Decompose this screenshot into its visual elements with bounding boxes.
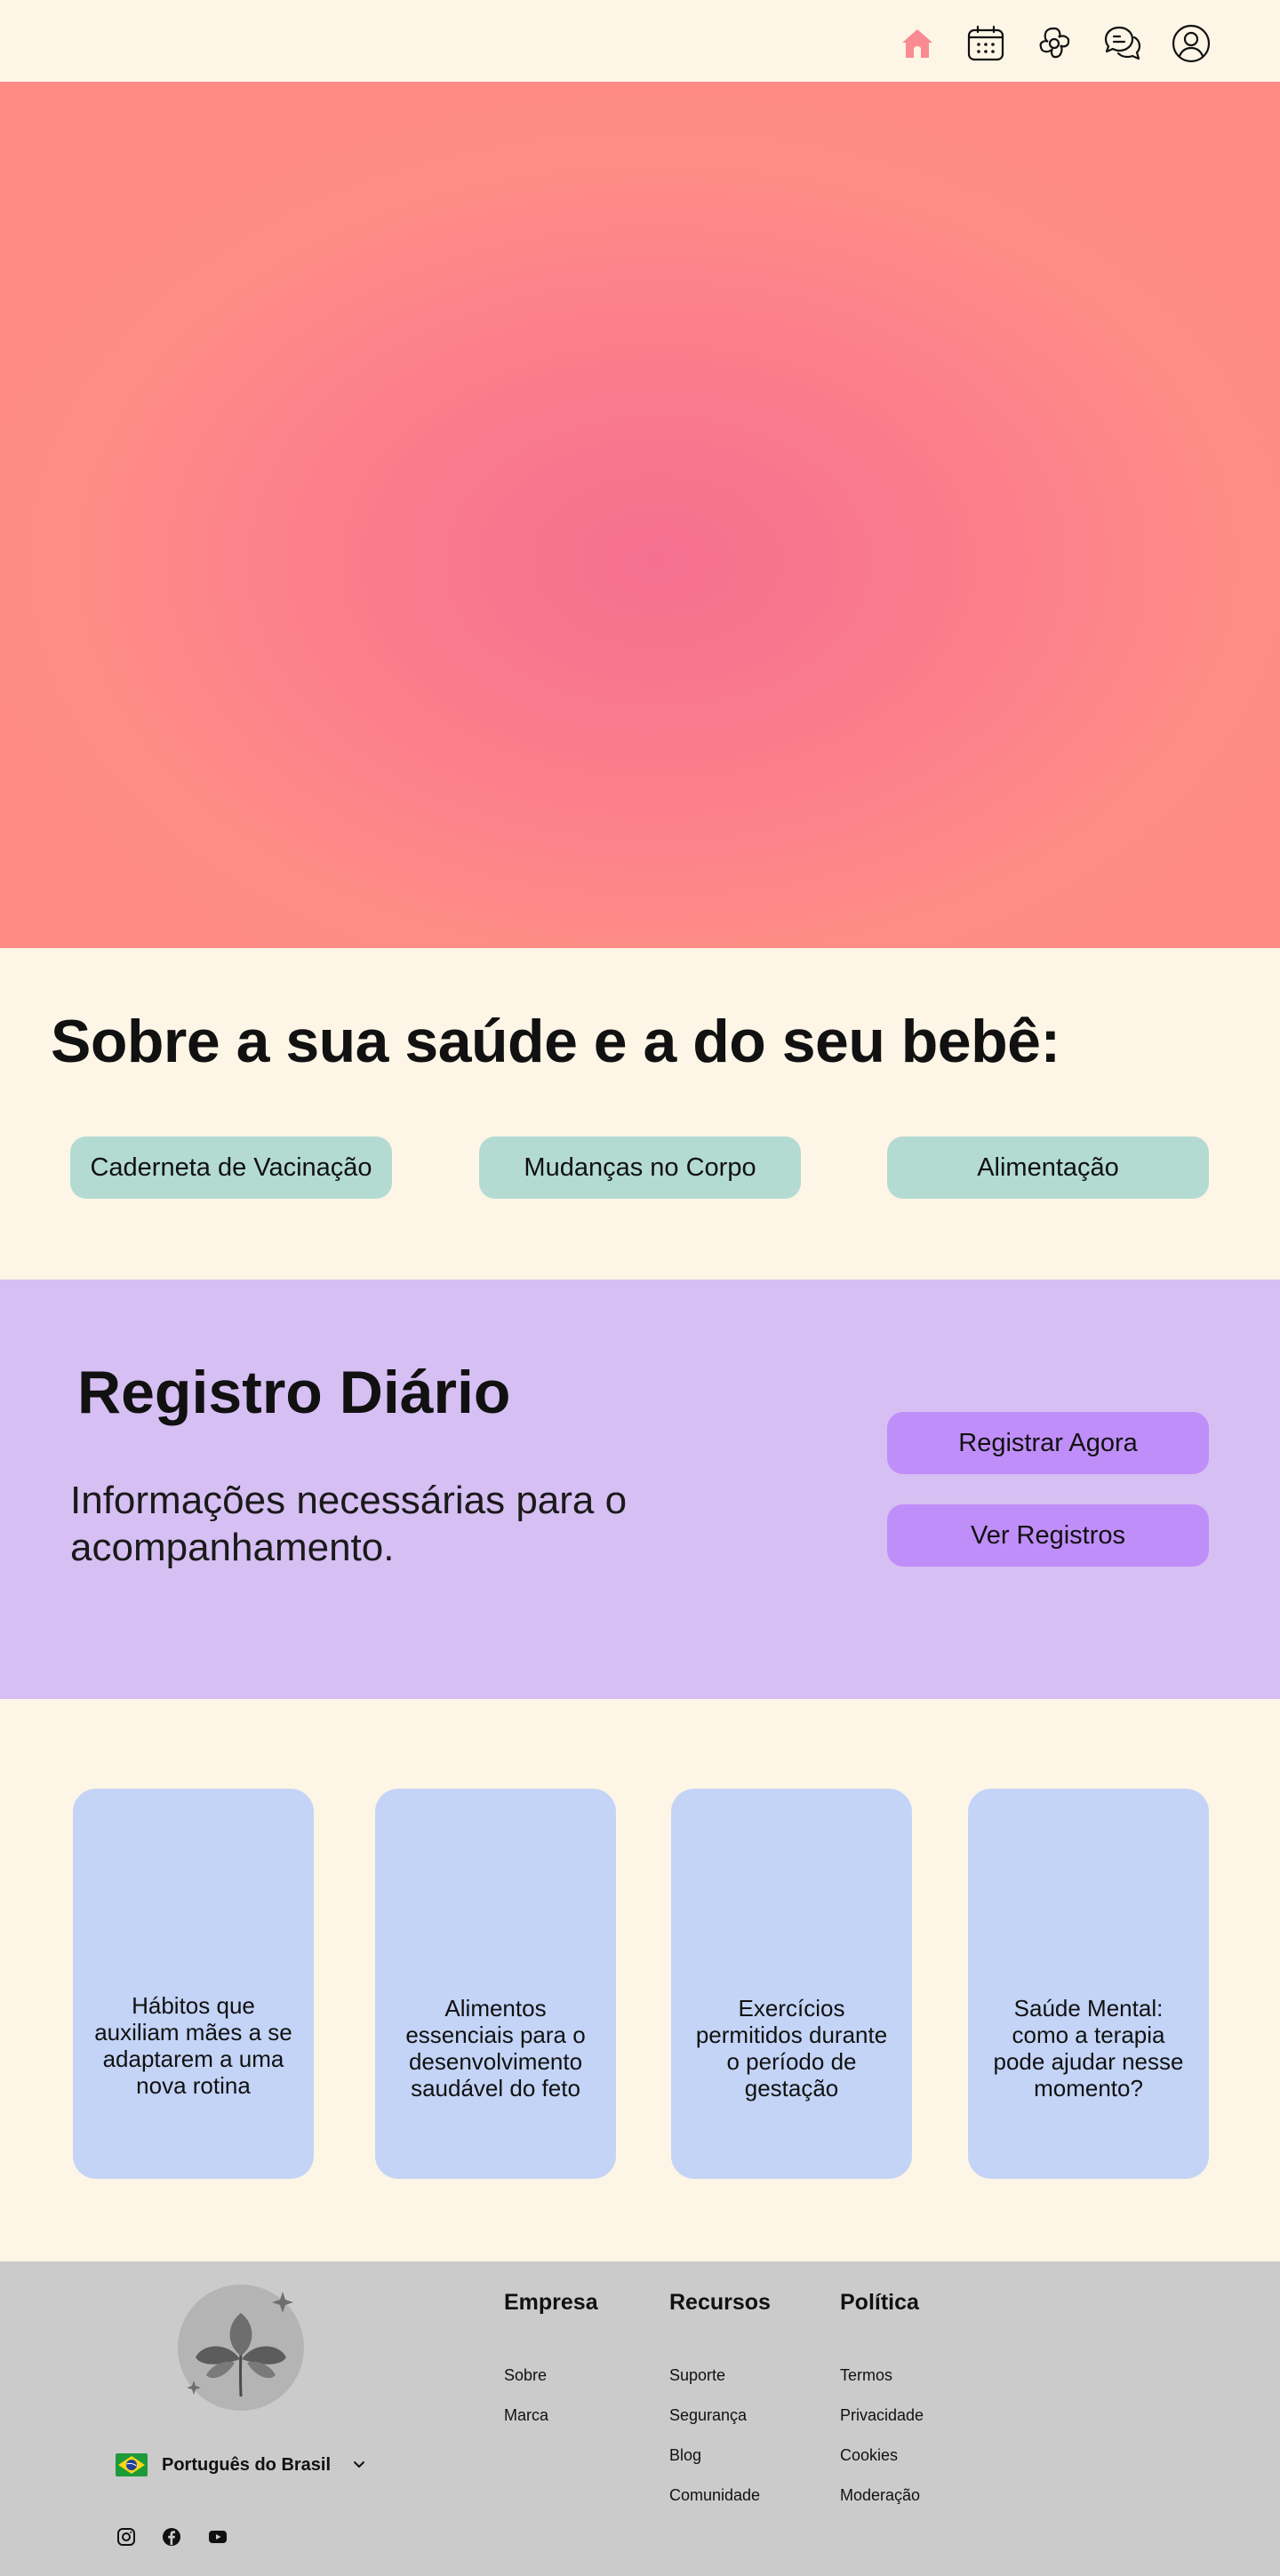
footer-link-moderation[interactable]: Moderação [840,2486,920,2505]
brazil-flag-icon [116,2453,148,2476]
footer-link-community[interactable]: Comunidade [669,2486,760,2505]
footer-heading-resources: Recursos [669,2290,771,2315]
footer-link-privacy[interactable]: Privacidade [840,2406,924,2425]
home-icon[interactable] [897,23,938,64]
facebook-icon[interactable] [161,2526,182,2548]
article-card-title: Exercícios permitidos durante o período … [695,1995,888,2101]
footer: Português do Brasil Empresa Sobre Marca … [0,2261,1280,2576]
daily-record-subtitle: Informações necessárias para o acompanha… [70,1479,628,1569]
footer-link-terms[interactable]: Termos [840,2366,892,2385]
logo[interactable] [176,2283,306,2413]
topic-button-body-changes[interactable]: Mudanças no Corpo [479,1136,801,1199]
daily-record-title: Registro Diário [77,1359,511,1426]
daily-record-section: Registro Diário Informações necessárias … [0,1280,1280,1699]
topic-button-nutrition[interactable]: Alimentação [887,1136,1209,1199]
article-card-title: Hábitos que auxiliam mães a se adaptarem… [94,1992,292,2099]
youtube-icon[interactable] [207,2526,228,2548]
footer-link-brand[interactable]: Marca [504,2406,548,2425]
footer-link-support[interactable]: Suporte [669,2366,725,2385]
footer-link-cookies[interactable]: Cookies [840,2446,898,2465]
footer-heading-policy: Política [840,2290,919,2315]
footer-link-about[interactable]: Sobre [504,2366,547,2385]
section-title: Sobre a sua saúde e a do seu bebê: [51,1008,1060,1075]
article-card[interactable]: Alimentos essenciais para o desenvolvime… [375,1789,616,2179]
hero-banner [0,82,1280,948]
article-card-title: Alimentos essenciais para o desenvolvime… [405,1995,586,2101]
topic-button-vaccination[interactable]: Caderneta de Vacinação [70,1136,392,1199]
article-card[interactable]: Hábitos que auxiliam mães a se adaptarem… [73,1789,314,2179]
article-card[interactable]: Saúde Mental: como a terapia pode ajudar… [968,1789,1209,2179]
chevron-down-icon [354,2461,365,2468]
footer-link-blog[interactable]: Blog [669,2446,701,2465]
user-icon[interactable] [1171,23,1212,64]
language-selector[interactable]: Português do Brasil [116,2453,368,2476]
article-card[interactable]: Exercícios permitidos durante o período … [671,1789,912,2179]
instagram-icon[interactable] [116,2526,137,2548]
flower-icon[interactable] [1034,23,1075,64]
register-now-button[interactable]: Registrar Agora [887,1412,1209,1474]
calendar-icon[interactable] [965,23,1006,64]
language-label: Português do Brasil [162,2454,332,2475]
footer-link-security[interactable]: Segurança [669,2406,747,2425]
footer-heading-company: Empresa [504,2290,598,2315]
view-records-button[interactable]: Ver Registros [887,1504,1209,1567]
article-card-title: Saúde Mental: como a terapia pode ajudar… [993,1995,1184,2101]
chat-icon[interactable] [1102,23,1143,64]
top-nav-bar [0,0,1280,82]
